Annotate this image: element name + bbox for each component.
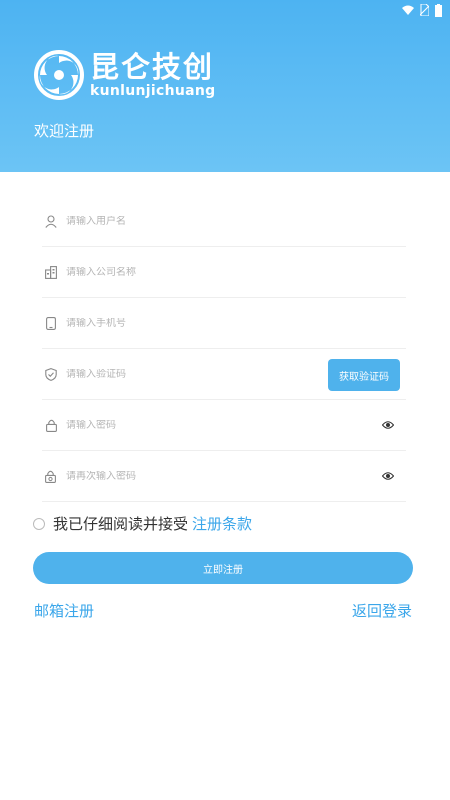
register-button[interactable]: 立即注册 bbox=[33, 552, 413, 584]
username-field-row bbox=[42, 196, 406, 247]
register-form: 获取验证码 bbox=[42, 196, 406, 502]
username-input[interactable] bbox=[66, 215, 406, 227]
brand-name-en: kunlunjichuang bbox=[90, 83, 216, 99]
brand-name-cn: 昆仑技创 bbox=[90, 50, 215, 84]
lock-refresh-icon bbox=[44, 469, 58, 483]
user-icon bbox=[44, 214, 58, 228]
get-code-button[interactable]: 获取验证码 bbox=[328, 359, 400, 391]
company-field-row bbox=[42, 247, 406, 298]
phone-field-row bbox=[42, 298, 406, 349]
confirm-password-input[interactable] bbox=[66, 470, 406, 482]
brand-logo: 昆仑技创 kunlunjichuang bbox=[34, 50, 215, 100]
phone-input[interactable] bbox=[66, 317, 406, 329]
terms-link[interactable]: 注册条款 bbox=[192, 513, 252, 534]
confirm-password-field-row bbox=[42, 451, 406, 502]
shield-icon bbox=[44, 367, 58, 381]
company-input[interactable] bbox=[66, 266, 406, 278]
header-banner: 昆仑技创 kunlunjichuang 欢迎注册 bbox=[0, 0, 450, 172]
eye-icon[interactable] bbox=[382, 420, 394, 430]
building-icon bbox=[44, 265, 58, 279]
back-to-login-link[interactable]: 返回登录 bbox=[352, 600, 412, 621]
battery-icon bbox=[435, 3, 442, 17]
agreement-row: 我已仔细阅读并接受 注册条款 bbox=[33, 513, 252, 534]
agreement-checkbox[interactable] bbox=[33, 517, 45, 530]
password-input[interactable] bbox=[66, 419, 406, 431]
code-field-row: 获取验证码 bbox=[42, 349, 406, 400]
wifi-icon bbox=[402, 5, 414, 15]
agreement-text: 我已仔细阅读并接受 bbox=[53, 515, 189, 533]
email-register-link[interactable]: 邮箱注册 bbox=[34, 600, 94, 621]
eye-icon[interactable] bbox=[382, 471, 394, 481]
no-sim-icon bbox=[420, 4, 429, 16]
password-field-row bbox=[42, 400, 406, 451]
status-bar bbox=[402, 2, 442, 18]
lock-icon bbox=[44, 418, 58, 432]
page-title: 欢迎注册 bbox=[34, 122, 95, 140]
brand-logo-icon bbox=[34, 50, 84, 100]
phone-icon bbox=[44, 316, 58, 330]
